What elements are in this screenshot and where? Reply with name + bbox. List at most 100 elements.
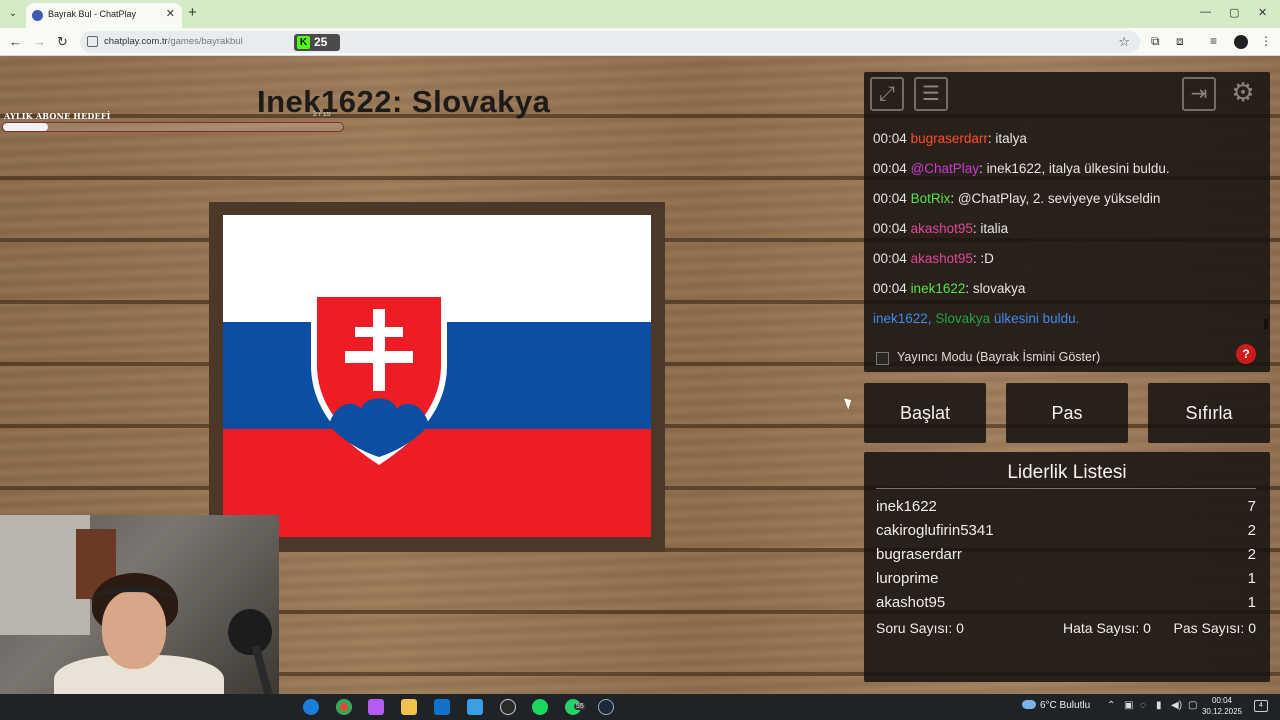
leaderboard-player-score: 2: [1247, 522, 1256, 539]
leaderboard-player-name: cakiroglufirin5341: [876, 522, 994, 539]
leaderboard-row: bugraserdarr 2: [876, 546, 1256, 570]
copilot-icon[interactable]: [368, 699, 384, 715]
notes-icon[interactable]: ☰: [914, 77, 948, 111]
subscription-progress-bar: [2, 122, 344, 132]
leaderboard-stats: Soru Sayısı: 0 Hata Sayısı: 0 Pas Sayısı…: [876, 620, 1256, 640]
obs-icon[interactable]: [500, 699, 516, 715]
chat-username[interactable]: BotRix: [911, 191, 951, 206]
chrome-icon[interactable]: [336, 699, 352, 715]
question-count: Soru Sayısı: 0: [876, 620, 964, 636]
leaderboard-player-name: luroprime: [876, 570, 939, 587]
weather-widget[interactable]: 6°C Bulutlu: [1022, 700, 1090, 711]
leaderboard-row: luroprime 1: [876, 570, 1256, 594]
game-area: AYLIK ABONE HEDEFİ 2 / 15 Inek1622: Slov…: [0, 56, 1280, 694]
chat-panel: ⤢ ☰ ⇥ ⚙ 00:04 bugraserdarr: italya 00:04 …: [864, 72, 1270, 372]
tray-misc-icon[interactable]: ▢: [1188, 700, 1197, 711]
volume-icon[interactable]: ◀): [1171, 700, 1182, 711]
streamer-mode-checkbox[interactable]: [876, 352, 889, 365]
cloud-icon: [1022, 700, 1036, 709]
kick-extension-badge[interactable]: K 25: [294, 34, 340, 51]
browser-menu-icon[interactable]: ⋮: [1260, 34, 1272, 48]
network-icon[interactable]: ◌: [1140, 700, 1146, 711]
streamer-mode-label: Yayıncı Modu (Bayrak İsmini Göster): [897, 350, 1101, 364]
maximize-button[interactable]: ▢: [1229, 6, 1239, 19]
address-bar-row: ← → ↻ chatplay.com.tr/games/bayrakbul K …: [0, 28, 1280, 56]
fullscreen-icon[interactable]: ⤢: [870, 77, 904, 111]
mic-icon[interactable]: ▮: [1156, 700, 1162, 711]
help-button[interactable]: ?: [1236, 344, 1256, 364]
chat-username[interactable]: akashot95: [911, 221, 973, 236]
flag-frame: [209, 202, 665, 552]
chat-separator: :: [979, 161, 987, 176]
chat-username[interactable]: akashot95: [911, 251, 973, 266]
chat-timestamp: 00:04: [873, 191, 907, 206]
tab-title: Bayrak Bul - ChatPlay: [48, 9, 137, 19]
error-count: Hata Sayısı: 0: [1063, 620, 1151, 636]
chat-username[interactable]: inek1622: [911, 281, 966, 296]
chat-message: 00:04 BotRix: @ChatPlay, 2. seviyeye yük…: [873, 184, 1265, 214]
system-text: ülkesini buldu.: [993, 311, 1080, 326]
chat-username[interactable]: bugraserdarr: [911, 131, 988, 146]
leaderboard-player-name: inek1622: [876, 498, 937, 515]
steam-icon[interactable]: [598, 699, 614, 715]
new-tab-button[interactable]: +: [188, 4, 197, 21]
leaderboard-player-score: 1: [1247, 570, 1256, 587]
gear-icon[interactable]: ⚙: [1226, 77, 1260, 111]
close-window-button[interactable]: ✕: [1258, 6, 1267, 19]
site-info-icon[interactable]: [87, 36, 98, 47]
webcam-microphone: [228, 609, 272, 655]
tab-close-icon[interactable]: ✕: [166, 7, 175, 20]
chat-message: 00:04 bugraserdarr: italya: [873, 124, 1265, 154]
browser-tab-bar: ⌄ Bayrak Bul - ChatPlay ✕ + — ▢ ✕: [0, 0, 1280, 28]
chat-text: italya: [995, 131, 1027, 146]
chat-scrollbar[interactable]: [1264, 319, 1268, 329]
back-icon[interactable]: ←: [9, 34, 22, 49]
tray-app-icon[interactable]: ▣: [1124, 700, 1133, 711]
chat-system-message: inek1622, Slovakya ülkesini buldu.: [873, 304, 1265, 334]
outlook-icon[interactable]: [434, 699, 450, 715]
skip-count: Pas Sayısı: 0: [1173, 620, 1256, 636]
url-field[interactable]: chatplay.com.tr/games/bayrakbul K 25 ☆: [80, 31, 1140, 53]
kick-logo-icon: K: [297, 36, 310, 49]
leaderboard-row: akashot95 1: [876, 594, 1256, 618]
start-button[interactable]: Başlat: [864, 383, 986, 443]
taskbar-clock[interactable]: 00:04 30.12.2025: [1200, 695, 1244, 717]
minimize-button[interactable]: —: [1200, 6, 1211, 18]
reset-button[interactable]: Sıfırla: [1148, 383, 1270, 443]
media-control-icon[interactable]: ≡: [1210, 34, 1217, 48]
chat-message: 00:04 akashot95: :D: [873, 244, 1265, 274]
profile-avatar[interactable]: [1234, 35, 1248, 49]
chat-text: :D: [980, 251, 994, 266]
system-user: inek1622,: [873, 311, 932, 326]
screenshot-extension-icon[interactable]: ⧉: [1151, 34, 1160, 49]
star-icon[interactable]: ☆: [1118, 34, 1130, 50]
leaderboard-title: Liderlik Listesi: [1007, 462, 1127, 483]
reload-icon[interactable]: ↻: [57, 34, 68, 50]
clock-date: 30.12.2025: [1201, 707, 1243, 716]
file-explorer-icon[interactable]: [401, 699, 417, 715]
webcam-mic-arm: [251, 644, 273, 694]
url-domain: chatplay.com.tr: [104, 36, 168, 47]
chat-text: inek1622, italya ülkesini buldu.: [986, 161, 1170, 176]
store-icon[interactable]: [467, 699, 483, 715]
browser-tab[interactable]: Bayrak Bul - ChatPlay ✕: [26, 3, 182, 28]
edge-icon[interactable]: [303, 699, 319, 715]
extensions-puzzle-icon[interactable]: ⧈: [1176, 34, 1184, 49]
chatplay-favicon-icon: [32, 10, 43, 21]
chat-username[interactable]: @ChatPlay: [911, 161, 979, 176]
skip-button[interactable]: Pas: [1006, 383, 1128, 443]
tray-chevron-icon[interactable]: ⌃: [1107, 700, 1115, 711]
forward-icon[interactable]: →: [33, 34, 46, 49]
slovakia-flag: [223, 215, 651, 537]
clock-time: 00:04: [1211, 696, 1233, 705]
chat-timestamp: 00:04: [873, 221, 907, 236]
tab-search-icon[interactable]: ⌄: [4, 6, 22, 22]
logout-icon[interactable]: ⇥: [1182, 77, 1216, 111]
leaderboard-divider: [876, 488, 1256, 489]
leaderboard-player-score: 1: [1247, 594, 1256, 611]
leaderboard-row: inek1622 7: [876, 498, 1256, 522]
notification-center-icon[interactable]: 4: [1254, 700, 1268, 712]
leaderboard-player-name: bugraserdarr: [876, 546, 962, 563]
spotify-icon[interactable]: [532, 699, 548, 715]
chat-text: slovakya: [972, 281, 1026, 296]
